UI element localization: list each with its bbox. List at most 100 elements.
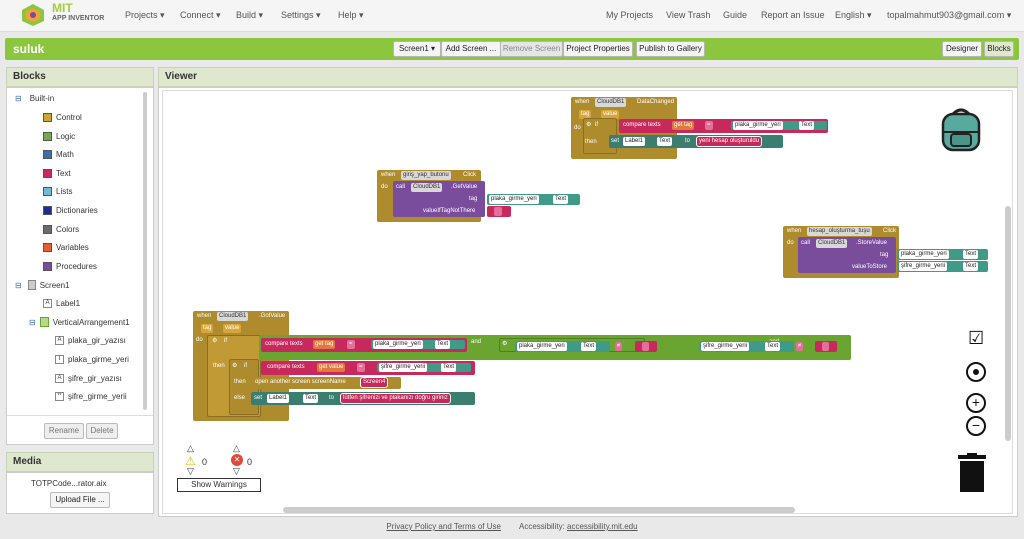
tree-scrollbar[interactable]	[143, 92, 147, 410]
language-menu[interactable]: English ▾	[835, 10, 872, 21]
empty-text[interactable]	[494, 207, 502, 216]
builtin-item-colors[interactable]: Colors	[43, 224, 79, 234]
remove-screen-button[interactable]: Remove Screen	[500, 41, 563, 57]
text-property[interactable]: Text	[303, 394, 319, 403]
sifre-component[interactable]: şifre_girme_yerii	[701, 342, 750, 351]
sifre-component[interactable]: şifre_girme_yerii	[899, 262, 948, 271]
empty-text-block[interactable]	[635, 341, 657, 352]
builtin-item-lists[interactable]: Lists	[43, 187, 72, 197]
plaka-text-getter[interactable]: plaka_girme_yeri Text	[731, 121, 827, 130]
tree-screen1[interactable]: ⊟ Screen1	[15, 280, 70, 290]
tree-sifre-girme-yerii[interactable]: ** şifre_girme_yerii	[55, 392, 127, 401]
call-getvalue-block[interactable]: call CloudDB1 .GetValue tag valueIfTagNo…	[393, 181, 485, 217]
set-label-block[interactable]: set Label1 Text to yeni hesap oluşturuld…	[609, 135, 783, 148]
project-properties-button[interactable]: Project Properties	[563, 41, 633, 57]
compare-texts-block[interactable]: compare texts get tag = plaka_girme_yeri…	[261, 338, 467, 352]
text-property[interactable]: Text	[963, 250, 979, 259]
warning-nav-down-icon[interactable]: ▽	[187, 466, 194, 477]
builtin-item-dictionaries[interactable]: Dictionaries	[43, 206, 98, 215]
set-label-block[interactable]: set Label1 Text to lütfen şifrenizi ve p…	[251, 392, 475, 405]
menu-projects[interactable]: Projects ▾	[125, 10, 165, 21]
builtin-item-control[interactable]: Control	[43, 113, 82, 122]
ne-operator[interactable]: ≠	[615, 342, 623, 351]
tree-verticalarrangement1[interactable]: ⊟ VerticalArrangement1	[29, 317, 130, 327]
error-nav-down-icon[interactable]: ▽	[233, 466, 240, 477]
open-another-screen-block[interactable]: open another screen screenName Screen4	[251, 377, 401, 389]
eq-operator[interactable]: =	[347, 340, 355, 349]
account-menu[interactable]: topalmahmut903@gmail.com ▾	[887, 10, 1011, 21]
text-property[interactable]: Text	[435, 340, 451, 349]
horizontal-scrollbar[interactable]	[283, 507, 795, 513]
tree-plaka-girme-yeri[interactable]: I plaka_girme_yeri	[55, 355, 129, 364]
backpack-icon[interactable]	[939, 106, 983, 154]
logo-subtitle[interactable]: APP INVENTOR	[52, 15, 104, 22]
builtin-item-math[interactable]: Math	[43, 150, 74, 160]
blocks-button[interactable]: Blocks	[984, 41, 1014, 57]
plaka-text-getter[interactable]: plaka_girme_yeri Text	[897, 249, 988, 260]
app-inventor-logo-icon[interactable]	[20, 3, 46, 27]
text-property[interactable]: Text	[553, 195, 569, 204]
link-guide[interactable]: Guide	[723, 10, 747, 20]
collapse-icon[interactable]: ⊟	[15, 94, 22, 103]
component-dropdown[interactable]: CloudDB1	[411, 183, 443, 192]
designer-button[interactable]: Designer	[942, 41, 982, 57]
blocks-workspace[interactable]: when CloudDB1 DataChanged tag value do ⚙…	[162, 90, 1013, 514]
warning-nav-up-icon[interactable]: △	[187, 443, 194, 454]
compare-texts-block[interactable]: compare texts get tag = plaka_girme_yeri…	[619, 119, 828, 133]
component-dropdown[interactable]: giriş_yap_butonu	[401, 171, 451, 180]
sifre-text-getter[interactable]: şifre_girme_yerii Text	[377, 363, 471, 372]
privacy-link[interactable]: Privacy Policy and Terms of Use	[386, 522, 501, 531]
tree-plaka-gir-yazisi[interactable]: A plaka_gir_yazısı	[55, 336, 126, 345]
component-dropdown[interactable]: CloudDB1	[595, 98, 627, 107]
text-property[interactable]: Text	[657, 137, 673, 146]
error-nav-up-icon[interactable]: △	[233, 443, 240, 454]
empty-text-block[interactable]	[487, 206, 511, 217]
empty-text[interactable]	[822, 342, 829, 351]
builtin-item-text[interactable]: Text	[43, 168, 71, 178]
settings-gear-icon[interactable]: ⚙	[232, 362, 237, 371]
sifre-text-getter[interactable]: şifre_girme_yerii Text	[897, 261, 988, 272]
param-tag[interactable]: tag	[201, 324, 214, 333]
logo-title[interactable]: MIT	[52, 1, 73, 15]
text-property[interactable]: Text	[441, 363, 457, 372]
rename-button[interactable]: Rename	[44, 423, 84, 439]
plaka-text-getter[interactable]: plaka_girme_yeri Text	[371, 340, 465, 349]
label1-dropdown[interactable]: Label1	[623, 137, 646, 146]
builtin-item-procedures[interactable]: Procedures	[43, 261, 97, 271]
text-property[interactable]: Text	[799, 121, 815, 130]
menu-settings[interactable]: Settings ▾	[281, 10, 321, 21]
settings-gear-icon[interactable]: ⚙	[212, 337, 217, 346]
vertical-scrollbar[interactable]	[1005, 206, 1011, 441]
upload-file-button[interactable]: Upload File ...	[50, 492, 110, 508]
plaka-component[interactable]: plaka_girme_yeri	[489, 195, 539, 204]
plaka-text-getter[interactable]: plaka_girme_yeri Text	[487, 194, 580, 205]
settings-gear-icon[interactable]: ⚙	[586, 121, 591, 130]
collapse-icon[interactable]: ⊟	[15, 281, 22, 290]
link-report-issue[interactable]: Report an Issue	[761, 10, 825, 20]
get-value[interactable]: get value	[317, 363, 346, 372]
message-wrong[interactable]: lütfen şifrenizi ve plakanızı doğru giri…	[340, 393, 451, 404]
param-value[interactable]: value	[223, 324, 242, 333]
eq-operator[interactable]: =	[357, 363, 365, 372]
compare-texts-block[interactable]: compare texts get value = şifre_girme_ye…	[261, 361, 475, 375]
show-warnings-button[interactable]: Show Warnings	[177, 478, 261, 492]
label1-dropdown[interactable]: Label1	[267, 394, 290, 403]
settings-gear-icon[interactable]: ⚙	[502, 340, 507, 349]
tree-sifre-gir-yazisi[interactable]: A şifre_gir_yazısı	[55, 374, 122, 383]
link-my-projects[interactable]: My Projects	[606, 10, 653, 20]
component-dropdown[interactable]: hesap_oluşturma_tuşu	[807, 227, 872, 236]
menu-build[interactable]: Build ▾	[236, 10, 263, 21]
builtin-item-variables[interactable]: Variables	[43, 243, 89, 253]
sifre-text-getter[interactable]: şifre_girme_yerii Text	[699, 341, 794, 352]
component-dropdown[interactable]: CloudDB1	[816, 239, 848, 248]
plaka-component[interactable]: plaka_girme_yeri	[373, 340, 423, 349]
plaka-text-getter[interactable]: plaka_girme_yeri Text	[515, 341, 610, 352]
plaka-component[interactable]: plaka_girme_yeri	[899, 250, 949, 259]
empty-text[interactable]	[642, 342, 649, 351]
menu-help[interactable]: Help ▾	[338, 10, 364, 21]
recenter-icon[interactable]	[966, 362, 986, 382]
empty-text-block[interactable]	[815, 341, 837, 352]
plaka-component[interactable]: plaka_girme_yeri	[733, 121, 783, 130]
text-property[interactable]: Text	[581, 342, 597, 351]
cleanup-checkbox-icon[interactable]: ☑	[968, 328, 984, 349]
